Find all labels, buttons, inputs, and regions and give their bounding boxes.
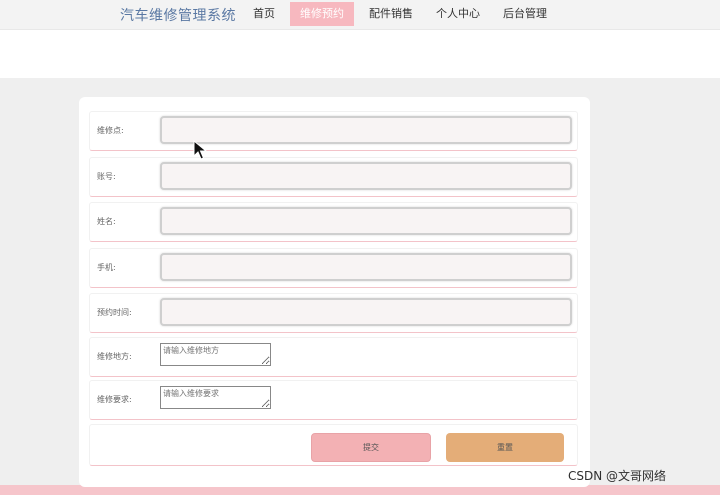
form-row-repair-location: 维修地方: xyxy=(89,337,578,377)
form-row-phone: 手机: xyxy=(89,248,578,288)
nav-parts-sales[interactable]: 配件销售 xyxy=(367,2,415,26)
form-row-name: 姓名: xyxy=(89,202,578,242)
name-label: 姓名: xyxy=(97,217,116,226)
form-row-actions: 提交 重置 xyxy=(89,424,578,466)
phone-label: 手机: xyxy=(97,263,116,272)
repair-location-label: 维修地方: xyxy=(97,352,132,361)
form-row-repair-station: 维修点: xyxy=(89,111,578,151)
nav-admin[interactable]: 后台管理 xyxy=(501,2,549,26)
submit-button[interactable]: 提交 xyxy=(311,433,431,462)
nav-personal-center[interactable]: 个人中心 xyxy=(434,2,482,26)
form-row-repair-requirements: 维修要求: xyxy=(89,380,578,420)
nav-home[interactable]: 首页 xyxy=(252,2,276,26)
appointment-form-card: 维修点: 账号: 姓名: 手机: 预约时间: 维修地方: 维修要求: 提交 重置 xyxy=(79,97,590,487)
account-label: 账号: xyxy=(97,172,116,181)
header-spacer xyxy=(0,30,720,78)
top-navigation-bar: 汽车维修管理系统 首页 维修预约 配件销售 个人中心 后台管理 xyxy=(0,0,720,30)
form-row-account: 账号: xyxy=(89,157,578,197)
form-row-appointment-time: 预约时间: xyxy=(89,293,578,333)
repair-requirements-label: 维修要求: xyxy=(97,395,132,404)
reset-button[interactable]: 重置 xyxy=(446,433,564,462)
repair-station-input[interactable] xyxy=(160,116,572,144)
site-title: 汽车维修管理系统 xyxy=(120,8,236,24)
account-input[interactable] xyxy=(160,162,572,190)
mouse-pointer-icon xyxy=(193,140,207,160)
appointment-time-input[interactable] xyxy=(160,298,572,326)
repair-location-textarea[interactable] xyxy=(160,343,271,366)
repair-requirements-textarea[interactable] xyxy=(160,386,271,409)
nav-repair-appointment[interactable]: 维修预约 xyxy=(290,2,354,26)
phone-input[interactable] xyxy=(160,253,572,281)
appointment-time-label: 预约时间: xyxy=(97,308,132,317)
repair-station-label: 维修点: xyxy=(97,126,124,135)
watermark: CSDN @文哥网络 xyxy=(568,469,667,483)
name-input[interactable] xyxy=(160,207,572,235)
